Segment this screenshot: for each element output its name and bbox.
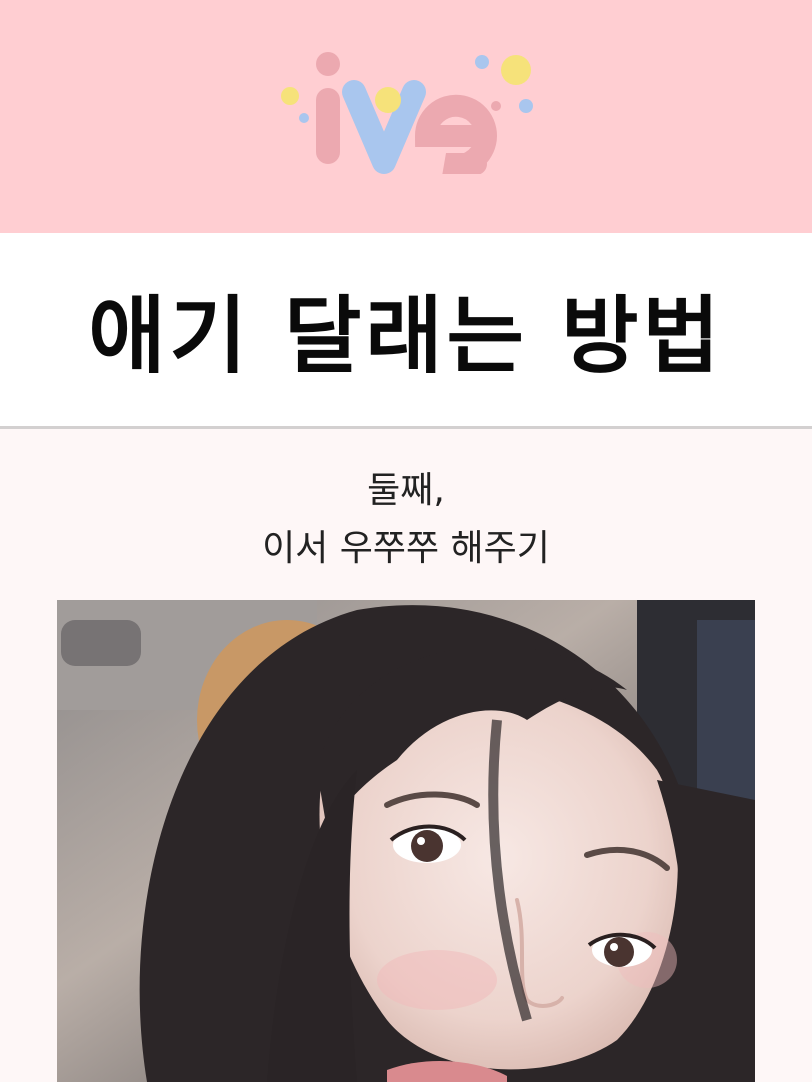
subtitle: 둘째, 이서 우쭈쭈 해주기 — [0, 462, 812, 578]
subtitle-line-2: 이서 우쭈쭈 해주기 — [262, 528, 550, 569]
page-title: 애기 달래는 방법 — [88, 287, 724, 385]
header-banner: ive — [0, 0, 812, 233]
title-band: 애기 달래는 방법 — [0, 233, 812, 426]
subtitle-line-1: 둘째, — [367, 470, 445, 511]
person-photo — [57, 600, 755, 1082]
photo-of-person-icon — [57, 600, 755, 1082]
ive-logo: ive — [281, 52, 533, 174]
divider — [0, 426, 812, 429]
